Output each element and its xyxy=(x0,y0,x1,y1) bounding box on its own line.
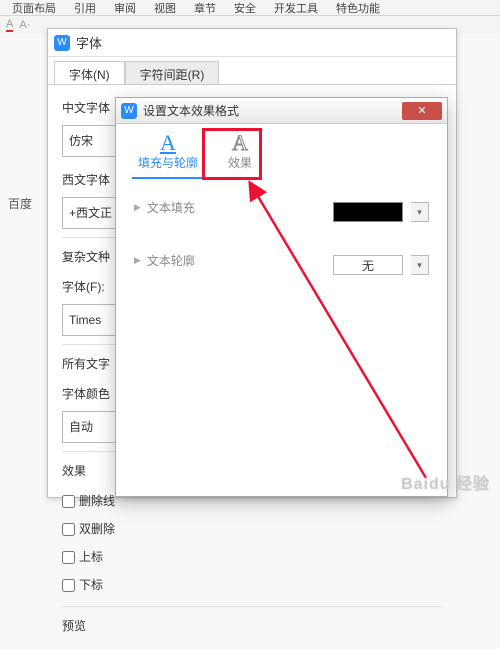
font-dialog-tabs: 字体(N) 字符间距(R) xyxy=(48,57,456,85)
section-text-fill-label: 文本填充 xyxy=(147,199,195,216)
cn-font-label: 中文字体 xyxy=(62,95,110,121)
chk-subscript[interactable]: 下标 xyxy=(62,572,442,598)
font-dialog-title: W 字体 xyxy=(48,29,456,57)
font-color-select[interactable]: 自动 xyxy=(62,411,122,443)
letter-a-outline-icon: A xyxy=(232,132,248,154)
close-button[interactable]: ✕ xyxy=(402,102,442,120)
chk-superscript[interactable]: 上标 xyxy=(62,544,442,570)
app-logo-icon: W xyxy=(54,35,70,51)
page-side-text: 百度 xyxy=(8,195,32,212)
font-color-label: 字体颜色 xyxy=(62,381,110,407)
preview-section: 预览 xyxy=(62,606,442,639)
complex-font-select[interactable]: Times xyxy=(62,304,122,336)
tab-font[interactable]: 字体(N) xyxy=(54,61,125,84)
ribbon-tab[interactable]: 审阅 xyxy=(114,0,136,16)
caret-right-icon: ▶ xyxy=(134,255,141,266)
fill-color-dropdown[interactable]: ▾ xyxy=(411,202,429,222)
toolbar-hint: A· xyxy=(19,19,30,31)
dialog-title-text: 字体 xyxy=(76,33,102,52)
all-text-label: 所有文字 xyxy=(62,351,110,377)
ribbon-tab[interactable]: 页面布局 xyxy=(12,0,56,16)
app-logo-icon: W xyxy=(121,103,137,119)
preview-label: 预览 xyxy=(62,619,86,633)
chk-double-strike[interactable]: 双删除 xyxy=(62,516,442,542)
text-effect-body: ▶ 文本填充 ▾ ▶ 文本轮廓 无 ▾ xyxy=(116,179,447,289)
text-effect-titlebar: W 设置文本效果格式 ✕ xyxy=(116,98,447,124)
complex-label: 复杂文种 xyxy=(62,244,110,270)
tab-effects[interactable]: A 效果 xyxy=(204,132,276,179)
effects-label: 效果 xyxy=(62,458,86,484)
tab-fill-outline[interactable]: A 填充与轮廓 xyxy=(132,132,204,179)
text-effect-tabs: A 填充与轮廓 A 效果 xyxy=(116,124,447,179)
ribbon-tab[interactable]: 开发工具 xyxy=(274,0,318,16)
font-color-icon[interactable]: A xyxy=(6,18,13,32)
text-effect-dialog: W 设置文本效果格式 ✕ A 填充与轮廓 A 效果 ▶ 文本填充 ▾ ▶ 文本轮… xyxy=(115,97,448,497)
tab-char-spacing[interactable]: 字符间距(R) xyxy=(125,61,220,84)
west-font-select[interactable]: +西文正 xyxy=(62,197,122,229)
font-label: 字体(F): xyxy=(62,274,105,300)
section-text-outline-label: 文本轮廓 xyxy=(147,252,195,269)
ribbon-tab[interactable]: 章节 xyxy=(194,0,216,16)
caret-right-icon: ▶ xyxy=(134,202,141,213)
outline-select[interactable]: 无 xyxy=(333,255,403,275)
cn-font-select[interactable]: 仿宋 xyxy=(62,125,122,157)
ribbon-tab[interactable]: 特色功能 xyxy=(336,0,380,16)
watermark: Baidu 经验 xyxy=(401,470,490,494)
ribbon-tab[interactable]: 视图 xyxy=(154,0,176,16)
outline-dropdown[interactable]: ▾ xyxy=(411,255,429,275)
text-effect-title: 设置文本效果格式 xyxy=(143,102,402,119)
west-font-label: 西文字体 xyxy=(62,167,110,193)
ribbon-tab[interactable]: 安全 xyxy=(234,0,256,16)
letter-a-fill-icon: A xyxy=(160,132,176,154)
tab-fill-outline-label: 填充与轮廓 xyxy=(138,154,198,171)
ribbon-tab[interactable]: 引用 xyxy=(74,0,96,16)
ribbon-tabs: 页面布局 引用 审阅 视图 章节 安全 开发工具 特色功能 xyxy=(0,0,500,16)
fill-color-swatch[interactable] xyxy=(333,202,403,222)
tab-effects-label: 效果 xyxy=(228,154,252,171)
